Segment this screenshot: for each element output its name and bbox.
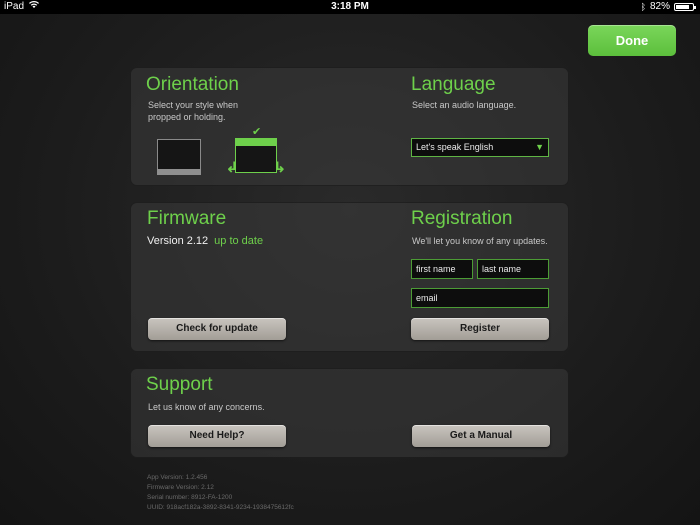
- support-panel: Support Let us know of any concerns. Nee…: [130, 368, 569, 458]
- register-button[interactable]: Register: [411, 318, 549, 340]
- orientation-subtitle: Select your style when propped or holdin…: [148, 99, 238, 123]
- language-selected-value: Let's speak English: [416, 142, 494, 152]
- support-subtitle: Let us know of any concerns.: [148, 402, 265, 412]
- language-title: Language: [411, 74, 496, 95]
- firmware-version: Version 2.12: [147, 235, 209, 247]
- orientation-subtitle-line2: propped or holding.: [148, 112, 226, 122]
- propped-orientation-option[interactable]: [157, 139, 201, 175]
- support-title: Support: [146, 374, 213, 395]
- firmware-version-info: Firmware Version: 2.12: [147, 484, 214, 491]
- registration-title: Registration: [411, 208, 513, 229]
- status-right: ᛒ 82%: [640, 0, 696, 14]
- bluetooth-icon: ᛒ: [640, 2, 646, 12]
- uuid: UUID: 918acf182a-3892-8341-9234-19384756…: [147, 504, 294, 511]
- stand-base-icon: [157, 169, 201, 175]
- dropdown-triangle-icon: ▼: [535, 142, 544, 152]
- battery-percent: 82%: [649, 1, 670, 12]
- language-subtitle: Select an audio language.: [412, 100, 517, 110]
- firmware-status: up to date: [214, 235, 264, 247]
- get-manual-button[interactable]: Get a Manual: [412, 425, 550, 447]
- last-name-field[interactable]: last name: [477, 259, 549, 279]
- battery-fill: [676, 5, 690, 9]
- email-field[interactable]: email: [411, 288, 549, 308]
- language-select[interactable]: Let's speak English ▼: [411, 138, 549, 157]
- serial-number: Serial number: 8912-FA-1200: [147, 494, 233, 501]
- need-help-button[interactable]: Need Help?: [148, 425, 286, 447]
- app-info: App Version: 1.2.456 Firmware Version: 2…: [147, 473, 294, 513]
- first-name-field[interactable]: first name: [411, 259, 473, 279]
- firmware-registration-panel: Firmware Version 2.12 up to date Check fo…: [130, 202, 569, 352]
- orientation-subtitle-line1: Select your style when: [148, 100, 239, 110]
- selected-check-icon: ✔: [252, 126, 262, 138]
- rotate-right-arrow-icon: ↳: [274, 159, 286, 175]
- status-bar: iPad 3:18 PM ᛒ 82%: [0, 0, 700, 14]
- rotate-left-arrow-icon: ↲: [226, 159, 238, 175]
- firmware-version-line: Version 2.12 up to date: [147, 235, 263, 247]
- clock: 3:18 PM: [331, 1, 369, 12]
- screen-topbar: [236, 139, 276, 146]
- orientation-title: Orientation: [146, 74, 239, 95]
- holding-orientation-option[interactable]: ✔ ↲ ↳: [226, 126, 286, 177]
- battery-icon: [674, 3, 696, 11]
- registration-subtitle: We'll let you know of any updates.: [412, 236, 548, 246]
- done-button[interactable]: Done: [588, 25, 676, 56]
- orientation-language-panel: Orientation Select your style when propp…: [130, 67, 569, 186]
- firmware-title: Firmware: [147, 208, 227, 229]
- holding-screen-icon: [235, 138, 277, 173]
- check-for-update-button[interactable]: Check for update: [148, 318, 286, 340]
- app-version: App Version: 1.2.456: [147, 474, 208, 481]
